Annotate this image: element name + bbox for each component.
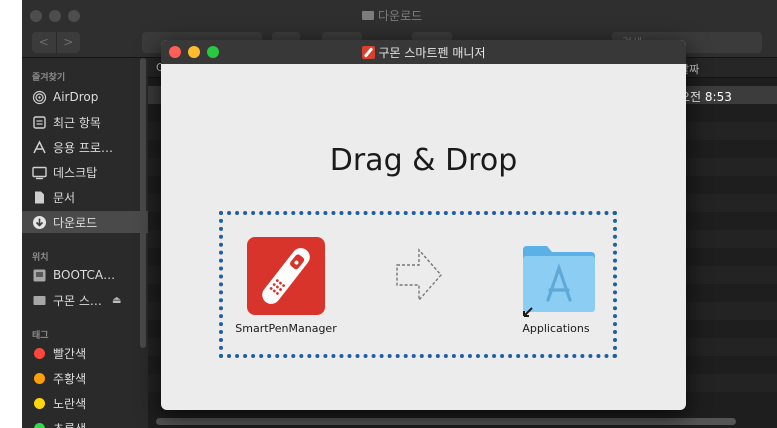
sidebar-item-desktop[interactable]: 데스크탑: [32, 161, 97, 183]
finder-titlebar: 다운로드: [22, 0, 777, 28]
airdrop-icon: [32, 90, 47, 105]
app-name-label: SmartPenManager: [235, 322, 337, 335]
smartpen-app-icon: [361, 46, 375, 59]
sidebar: 즐겨찾기 AirDrop 최근 항목 응용 프로… 데스크탑 문서 다운로드 위…: [22, 58, 148, 428]
download-icon: [32, 215, 47, 230]
forward-button[interactable]: >: [55, 32, 81, 53]
sidebar-item-recents[interactable]: 최근 항목: [32, 111, 101, 133]
disk-icon: [32, 268, 47, 283]
sidebar-item-applications[interactable]: 응용 프로…: [32, 136, 113, 158]
locations-header: 위치: [32, 253, 49, 263]
horizontal-scrollbar[interactable]: [156, 418, 736, 425]
drive-icon: [32, 293, 47, 308]
sidebar-tag-orange[interactable]: 주황색: [32, 367, 86, 389]
installer-titlebar: 구몬 스마트펜 매니저: [161, 40, 686, 64]
sidebar-tag-red[interactable]: 빨간색: [32, 342, 86, 364]
orange-tag-icon: [34, 372, 45, 384]
close-button[interactable]: [30, 10, 42, 22]
smartpen-manager-app-icon[interactable]: [247, 237, 325, 315]
desktop-icon: [32, 165, 47, 180]
zoom-button[interactable]: [68, 10, 80, 22]
nav-buttons: < >: [32, 32, 80, 53]
sidebar-item-documents[interactable]: 문서: [32, 186, 75, 208]
red-tag-icon: [34, 347, 45, 359]
drag-drop-heading: Drag & Drop: [329, 143, 518, 178]
sidebar-tag-yellow[interactable]: 노란색: [32, 392, 86, 414]
applications-icon: [32, 139, 47, 155]
recents-icon: [32, 115, 47, 130]
applications-folder-label: Applications: [522, 322, 590, 335]
finder-title: 다운로드: [362, 7, 422, 24]
sidebar-tag-green[interactable]: 초록색: [32, 417, 86, 428]
document-icon: [32, 190, 47, 205]
applications-folder-icon[interactable]: [521, 240, 597, 322]
drag-arrow-icon: [395, 247, 443, 307]
green-tag-icon: [34, 422, 45, 428]
sidebar-item-airdrop[interactable]: AirDrop: [32, 86, 98, 108]
sidebar-item-bootcamp[interactable]: BOOTCA…: [32, 264, 115, 286]
sidebar-scrollbar[interactable]: [140, 58, 146, 348]
folder-icon: [362, 11, 374, 20]
installer-window: 구몬 스마트펜 매니저 Drag & Drop SmartPenManager: [161, 40, 686, 410]
back-button[interactable]: <: [32, 32, 56, 53]
sidebar-item-kumon-drive[interactable]: 구몬 스… ⏏: [32, 289, 121, 311]
tags-header: 태그: [32, 331, 49, 341]
yellow-tag-icon: [34, 397, 45, 409]
favorites-header: 즐겨찾기: [32, 73, 66, 83]
eject-icon[interactable]: ⏏: [112, 295, 121, 306]
installer-title: 구몬 스마트펜 매니저: [161, 44, 686, 61]
row-date: 오전 8:53: [679, 90, 732, 104]
minimize-button[interactable]: [49, 10, 61, 22]
sidebar-item-downloads[interactable]: 다운로드: [22, 211, 148, 233]
